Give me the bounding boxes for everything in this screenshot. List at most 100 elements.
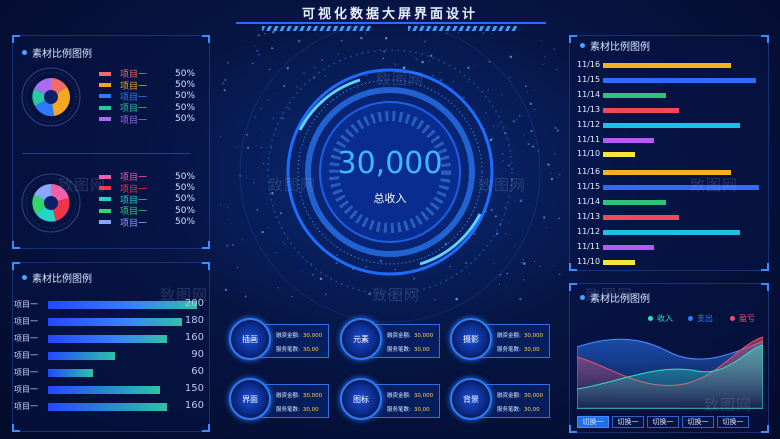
date-label: 11/11 (577, 134, 601, 144)
bar (48, 335, 167, 343)
stat-card-badge: 界面 (229, 378, 271, 420)
stat-card[interactable]: 背景 融资金额: 30,000 服务笔数: 30,00 (450, 378, 550, 422)
legend-swatch (99, 71, 111, 76)
stat-card[interactable]: 界面 融资金额: 30,000 服务笔数: 30,00 (229, 378, 329, 422)
date-label: 11/12 (577, 119, 601, 129)
legend-dot-icon (688, 316, 693, 321)
stat-card-line-2: 服务笔数: 30,00 (497, 407, 540, 413)
bar-value: 60 (191, 366, 204, 377)
stat-card-line-1: 融资金额: 30,000 (387, 333, 434, 339)
date-label: 11/15 (577, 182, 601, 192)
date-bar-row: 11/12 (577, 119, 767, 130)
date-bar-row: 11/11 (577, 134, 767, 145)
header-stripe-left (262, 26, 372, 31)
date-label: 11/15 (577, 74, 601, 84)
legend-dot-icon (730, 316, 735, 321)
stat-card-line-1: 融资金额: 30,000 (276, 393, 323, 399)
legend-swatch (99, 105, 111, 110)
date-bar (603, 107, 679, 113)
date-bar-row: 11/14 (577, 197, 767, 207)
watermark: 致图网 (690, 176, 739, 194)
stat-card-line-1: 融资金额: 30,000 (497, 333, 544, 339)
bullet-icon (580, 43, 585, 48)
date-bar (603, 259, 635, 265)
donut-panel-title: 素材比例图例 (22, 45, 92, 60)
date-label: 11/11 (577, 241, 601, 251)
stat-card-line-2: 服务笔数: 30,00 (497, 347, 540, 353)
legend-value: 50% (175, 80, 196, 91)
legend-item: 项目一 50% (99, 217, 196, 229)
date-bar-row: 11/11 (577, 241, 767, 252)
date-bar (603, 200, 666, 206)
date-bar-row: 11/12 (577, 227, 767, 237)
stat-card-line-2: 服务笔数: 30,00 (276, 407, 319, 413)
tab-switch-5[interactable]: 切换一 (717, 416, 749, 428)
date-bar (603, 215, 679, 220)
legend-item: 项目一 50% (99, 114, 195, 126)
tab-switch-4[interactable]: 切换一 (682, 416, 714, 428)
stat-card-line-1: 融资金额: 30,000 (276, 333, 323, 339)
legend-dot-icon (648, 316, 653, 321)
donut-legend-top: 项目一 50% 项目一 50% 项目一 50% 项目一 50% 项目一 50% (99, 68, 196, 126)
date-label: 11/10 (577, 256, 601, 266)
tab-switch-2[interactable]: 切换一 (612, 416, 644, 428)
stat-card[interactable]: 摄影 融资金额: 30,000 服务笔数: 30,00 (450, 318, 550, 362)
bar-label: 项目一 (14, 368, 38, 377)
stat-card[interactable]: 插画 融资金额: 30,000 服务笔数: 30,00 (229, 318, 329, 362)
date-bar-row: 11/16 (577, 167, 767, 177)
bar (48, 352, 115, 360)
bar-label: 项目一 (14, 300, 38, 309)
stat-card-line-1: 融资金额: 30,000 (497, 393, 544, 399)
tab-switch-3[interactable]: 切换一 (647, 416, 679, 428)
stat-card[interactable]: 图标 融资金额: 30,000 服务笔数: 30,00 (340, 378, 440, 422)
legend-label: 项目一 (120, 218, 148, 229)
header: 可视化数据大屏界面设计 (240, 0, 540, 24)
date-label: 11/13 (577, 212, 601, 221)
legend-value: 50% (175, 217, 196, 228)
bar (48, 386, 160, 394)
legend-swatch (99, 94, 111, 99)
date-bar-row: 11/13 (577, 104, 767, 115)
date-bar (603, 63, 731, 68)
bar-label: 项目一 (14, 317, 38, 326)
watermark: 致图网 (478, 176, 527, 194)
area-legend-item: 支出 (688, 313, 713, 324)
watermark: 致图网 (268, 176, 317, 194)
date-label: 11/13 (577, 104, 601, 114)
date-bar-panel-title: 素材比例图例 (580, 38, 650, 53)
date-bar-row: 11/15 (577, 182, 767, 192)
bar-row: 项目一 90 (14, 349, 204, 361)
watermark: 致图网 (376, 70, 425, 88)
date-bar-row: 11/15 (577, 74, 767, 85)
stat-card-line-2: 服务笔数: 30,00 (387, 347, 430, 353)
bar-value: 160 (184, 332, 204, 343)
legend-value: 50% (175, 205, 196, 216)
stat-card-badge: 元素 (340, 318, 382, 360)
bar (48, 318, 182, 326)
legend-swatch (99, 208, 111, 213)
bullet-icon (22, 275, 27, 280)
bar-label: 项目一 (14, 402, 38, 411)
watermark: 致图网 (372, 286, 421, 304)
stat-card-line-2: 服务笔数: 30,00 (276, 347, 319, 353)
bar (48, 403, 167, 411)
date-label: 11/10 (577, 149, 601, 159)
tab-bar: 切换一 切换一 切换一 切换一 切换一 (577, 416, 749, 428)
date-bar-row: 11/10 (577, 256, 767, 267)
bar (48, 369, 93, 377)
tab-switch-1[interactable]: 切换一 (577, 416, 609, 428)
stat-card-line-2: 服务笔数: 30,00 (387, 407, 430, 413)
date-bar (603, 152, 635, 158)
stat-card[interactable]: 元素 融资金额: 30,000 服务笔数: 30,00 (340, 318, 440, 362)
bar-row: 项目一 160 (14, 332, 204, 344)
legend-value: 50% (175, 102, 196, 113)
stat-card-badge: 插画 (229, 318, 271, 360)
watermark: 致图网 (585, 286, 634, 304)
stat-card-line-1: 融资金额: 30,000 (387, 393, 434, 399)
legend-swatch (99, 83, 111, 88)
date-bar (603, 122, 740, 128)
watermark: 致图网 (160, 286, 209, 304)
bar-label: 项目一 (14, 334, 38, 343)
bar-value: 180 (184, 315, 204, 326)
date-bar (603, 137, 654, 143)
